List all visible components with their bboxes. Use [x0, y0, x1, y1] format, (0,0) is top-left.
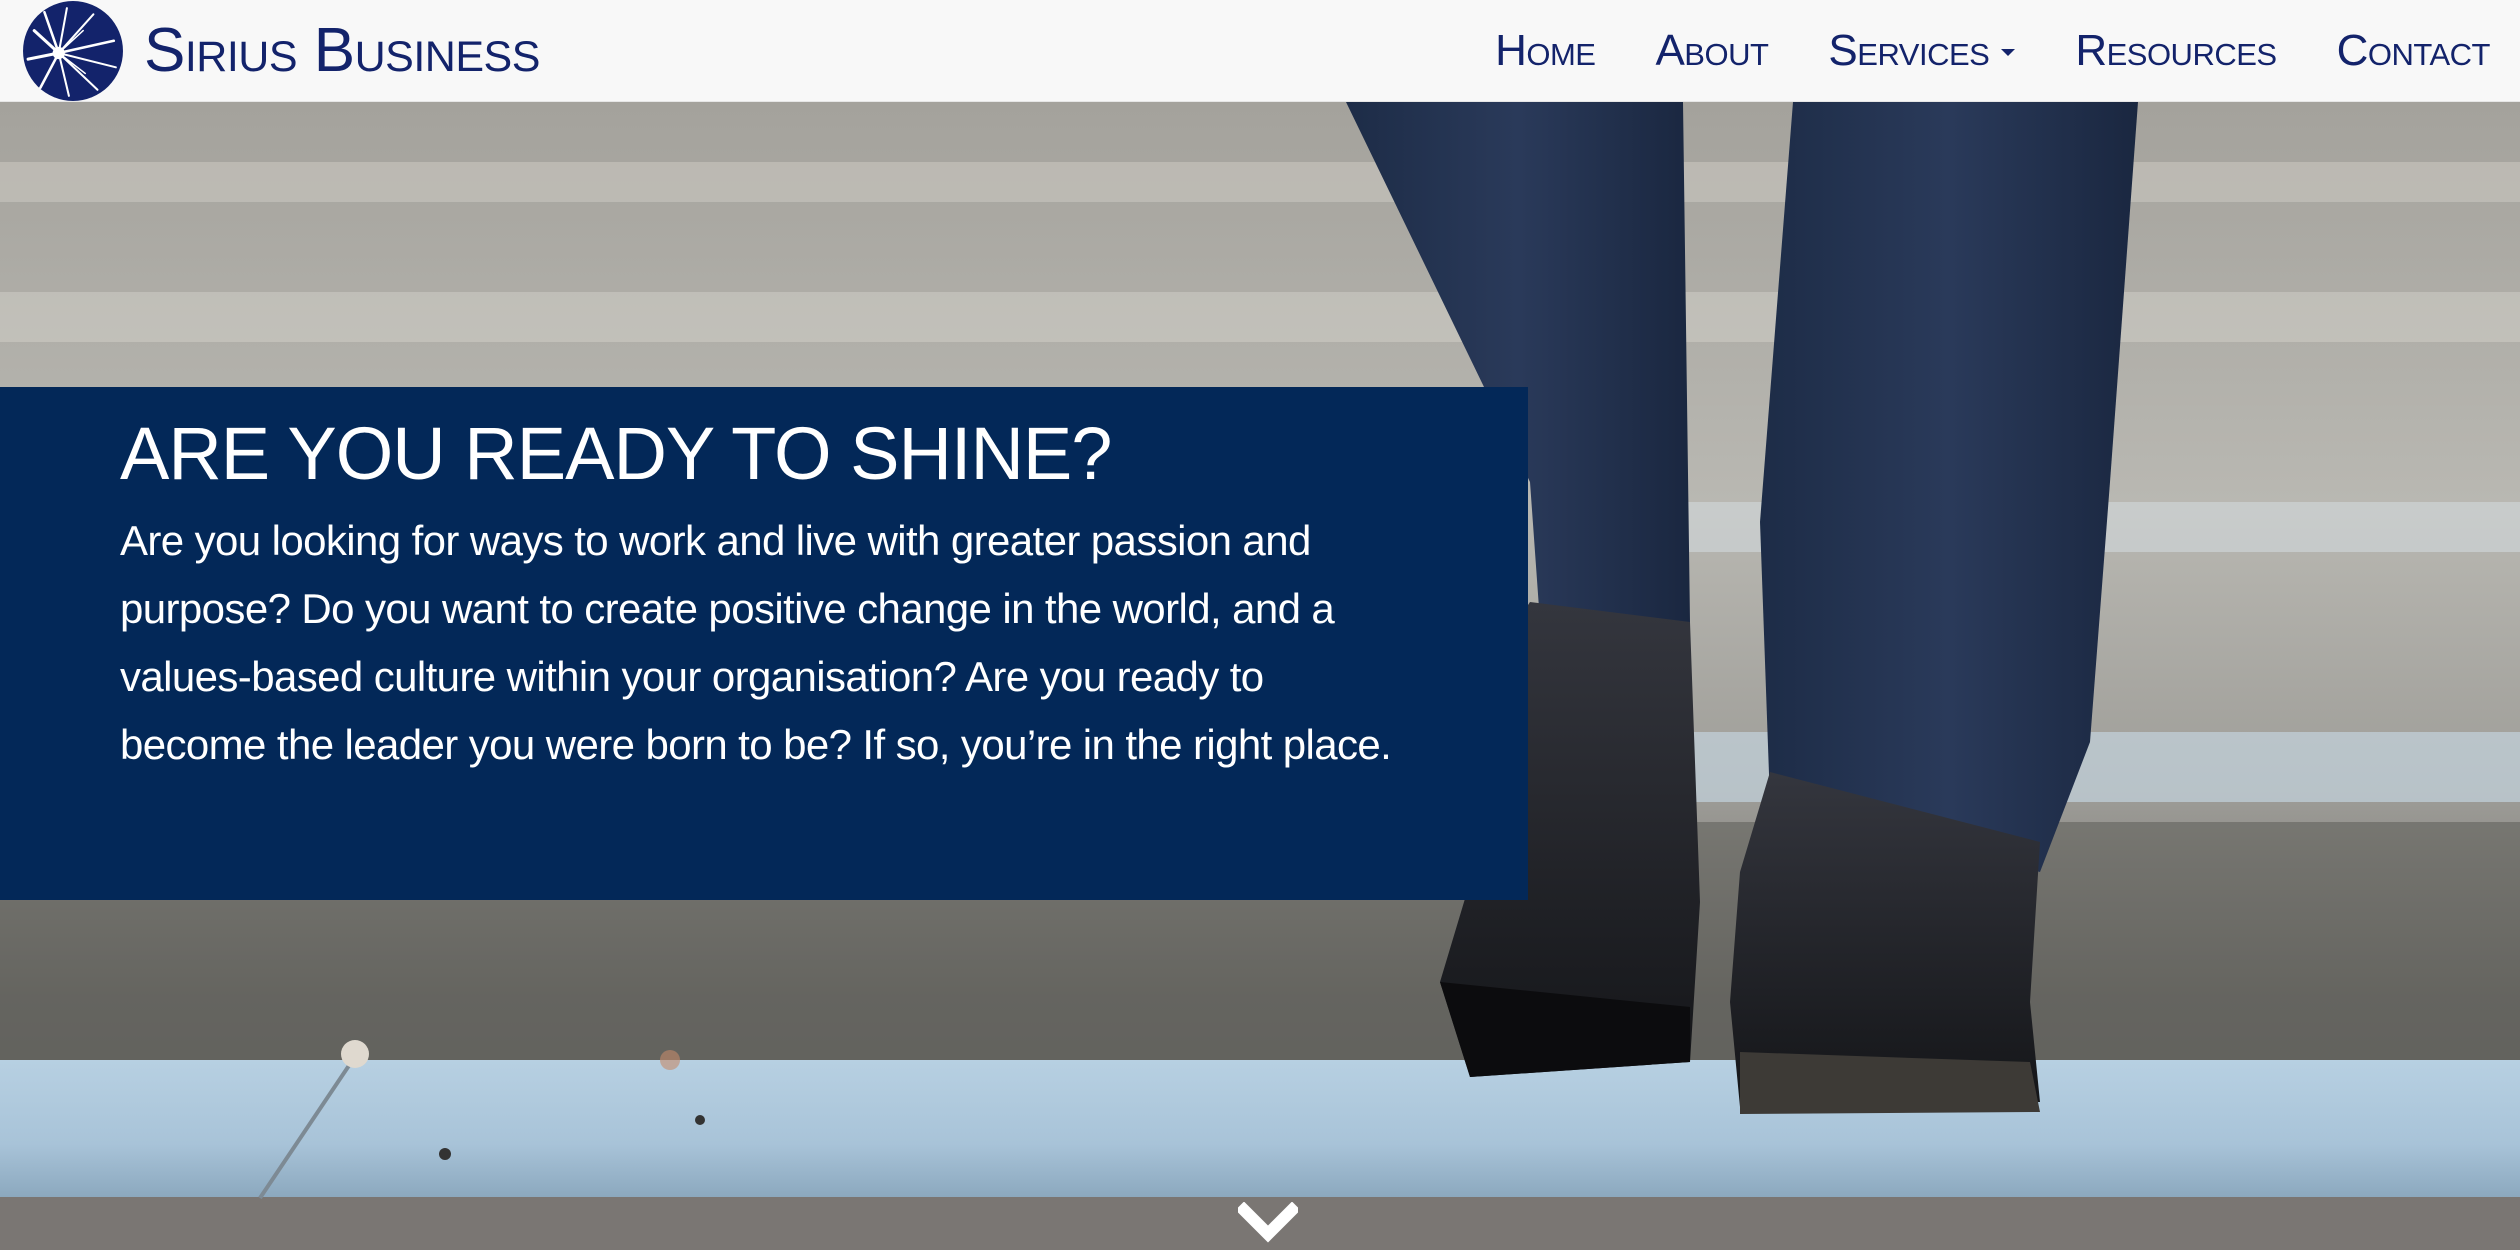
brand-link[interactable]: Sirius Business	[22, 0, 540, 101]
main-nav: Home About Services Resources Contact	[1435, 0, 2490, 101]
page: Sirius Business Home About Services Reso…	[0, 0, 2520, 1250]
brand-name: Sirius Business	[144, 15, 540, 85]
nav-resources[interactable]: Resources	[2075, 26, 2277, 76]
starburst-circle-icon	[23, 0, 123, 101]
hero-section: ARE YOU READY TO SHINE? Are you looking …	[0, 102, 2520, 1250]
nav-contact[interactable]: Contact	[2337, 26, 2491, 76]
caret-down-icon	[2001, 49, 2016, 56]
navbar: Sirius Business Home About Services Reso…	[0, 0, 2520, 102]
hero-message-panel: ARE YOU READY TO SHINE? Are you looking …	[0, 387, 1528, 900]
nav-services-label: Services	[1828, 25, 1990, 75]
hero-description: Are you looking for ways to work and liv…	[120, 516, 1392, 768]
hero-title: ARE YOU READY TO SHINE?	[120, 412, 1112, 495]
nav-services[interactable]: Services	[1828, 25, 2016, 76]
nav-about[interactable]: About	[1655, 26, 1768, 76]
chevron-down-icon[interactable]	[1238, 1202, 1298, 1244]
nav-home[interactable]: Home	[1495, 26, 1596, 76]
